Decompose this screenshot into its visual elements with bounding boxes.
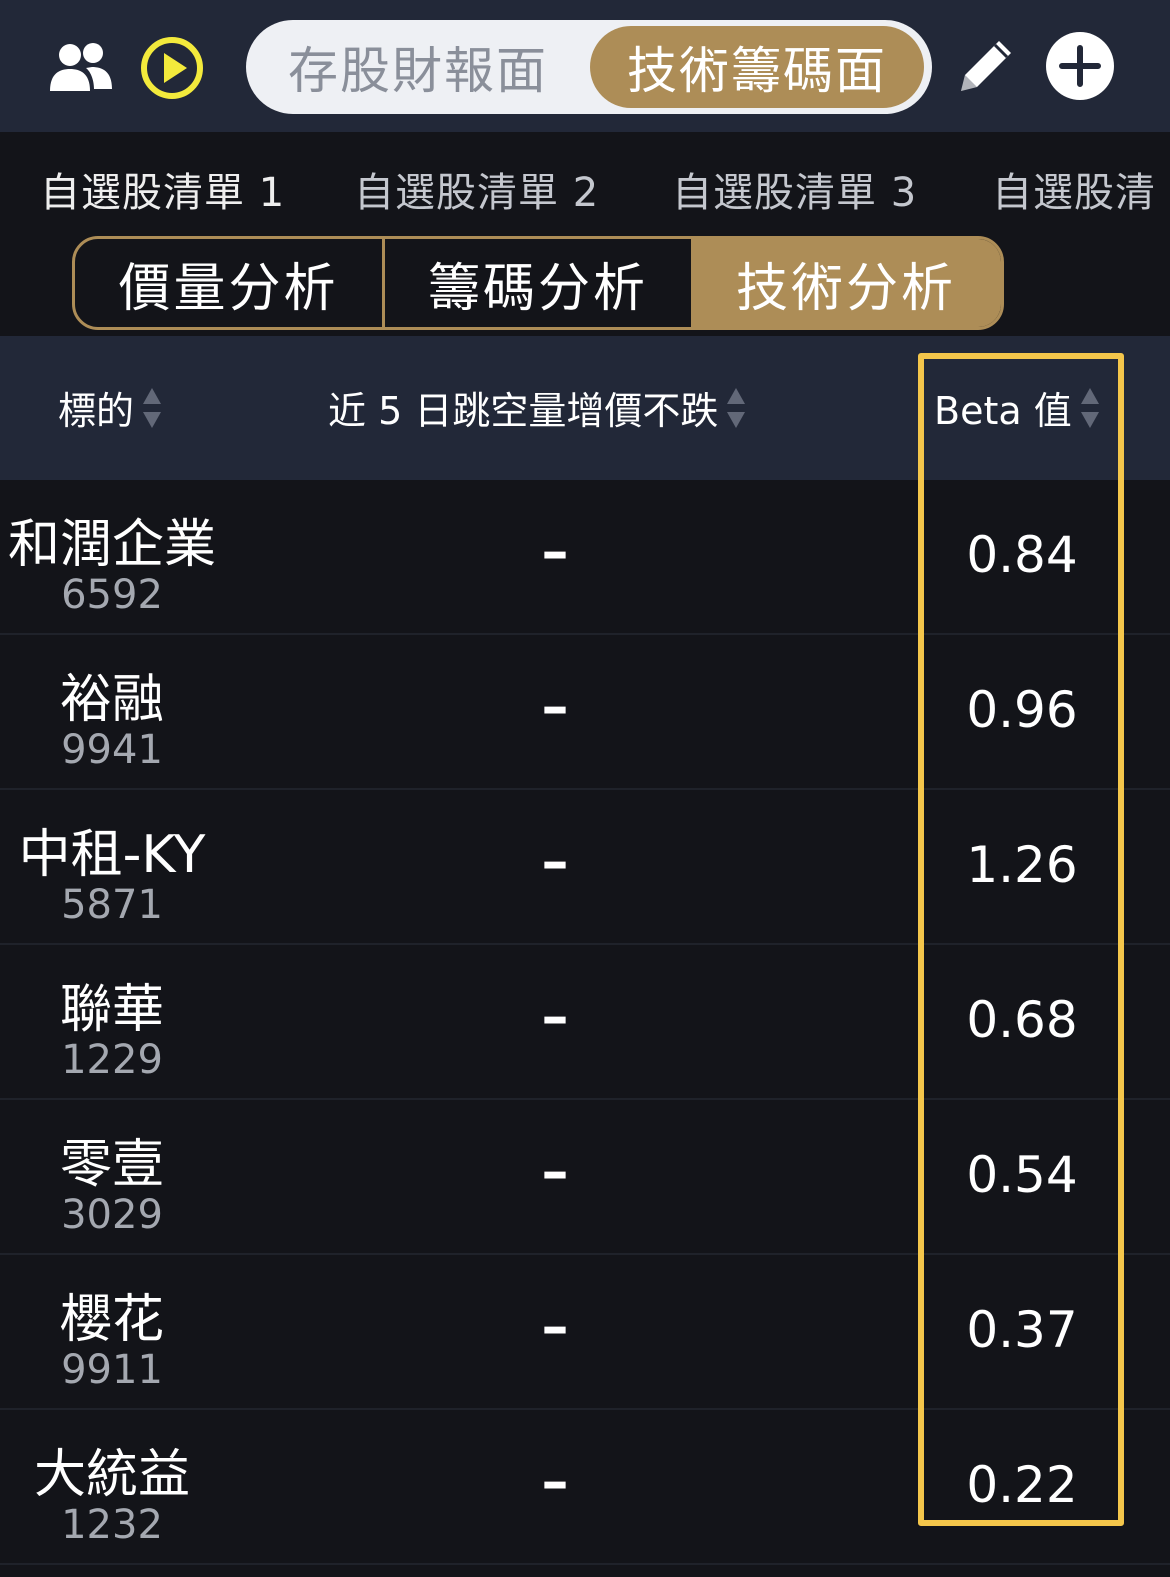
- gap-value: –: [541, 985, 569, 1048]
- stock-name: 櫻花: [59, 1290, 164, 1350]
- gap-value: –: [541, 1450, 569, 1513]
- stock-code: 9941: [61, 727, 163, 773]
- stock-name: 零壹: [59, 1135, 164, 1195]
- tab-watchlist-1[interactable]: 自選股清單 1: [40, 160, 285, 218]
- table-row[interactable]: 聯華 1229 – 0.68: [0, 945, 1170, 1100]
- stock-name: 中租-KY: [18, 825, 206, 885]
- analysis-tabs-area: 價量分析 籌碼分析 技術分析: [0, 236, 1170, 336]
- tab-watchlist-2[interactable]: 自選股清單 2: [354, 160, 599, 218]
- stock-name: 大統益: [33, 1445, 190, 1505]
- sort-icon: [142, 386, 162, 430]
- play-circle-icon[interactable]: [138, 34, 206, 102]
- plus-circle-icon[interactable]: [1044, 30, 1116, 102]
- column-header-label: Beta 值: [934, 389, 1072, 433]
- table-row[interactable]: 大統益 1232 – 0.22: [0, 1410, 1170, 1565]
- column-header-gap[interactable]: 近 5 日跳空量增價不跌: [328, 380, 746, 435]
- table-header: 標的 近 5 日跳空量增價不跌 Beta 值: [0, 336, 1170, 480]
- table-row[interactable]: 和潤企業 6592 – 0.84: [0, 480, 1170, 635]
- table-body: 和潤企業 6592 – 0.84 裕融 9941 – 0.96 中租-KY 58…: [0, 480, 1170, 1565]
- tab-price-volume[interactable]: 價量分析: [75, 239, 385, 327]
- stock-code: 9911: [61, 1347, 163, 1393]
- beta-value: 0.54: [966, 1146, 1078, 1204]
- top-bar: 存股財報面 技術籌碼面: [0, 0, 1170, 132]
- column-header-label: 標的: [58, 389, 135, 433]
- beta-value: 0.96: [966, 681, 1078, 739]
- gap-value: –: [541, 830, 569, 893]
- stock-code: 1229: [61, 1037, 163, 1083]
- segment-fundamentals[interactable]: 存股財報面: [252, 26, 584, 108]
- stock-code: 1232: [61, 1502, 163, 1548]
- table-row[interactable]: 櫻花 9911 – 0.37: [0, 1255, 1170, 1410]
- column-header-label: 近 5 日跳空量增價不跌: [328, 389, 719, 433]
- gap-value: –: [541, 675, 569, 738]
- stock-code: 6592: [61, 572, 163, 618]
- people-icon[interactable]: [46, 36, 116, 100]
- watchlist-tabs: 自選股清單 1 自選股清單 2 自選股清單 3 自選股清: [0, 132, 1170, 236]
- analysis-segmented-control: 價量分析 籌碼分析 技術分析: [72, 236, 1004, 330]
- stock-name: 和潤企業: [7, 515, 216, 575]
- stock-code: 3029: [61, 1192, 163, 1238]
- tab-watchlist-4[interactable]: 自選股清: [992, 160, 1156, 218]
- tab-technical[interactable]: 技術分析: [691, 239, 1001, 327]
- beta-value: 0.37: [966, 1301, 1078, 1359]
- sort-icon: [1080, 386, 1100, 430]
- column-header-beta[interactable]: Beta 值: [934, 380, 1100, 435]
- segment-technical[interactable]: 技術籌碼面: [590, 26, 924, 108]
- view-segmented-control: 存股財報面 技術籌碼面: [246, 20, 932, 114]
- column-header-symbol[interactable]: 標的: [58, 380, 162, 435]
- gap-value: –: [541, 1295, 569, 1358]
- beta-value: 1.26: [966, 836, 1078, 894]
- stock-code: 5871: [61, 882, 163, 928]
- pencil-icon[interactable]: [948, 28, 1024, 104]
- gap-value: –: [541, 1140, 569, 1203]
- sort-icon: [726, 386, 746, 430]
- tab-watchlist-3[interactable]: 自選股清單 3: [672, 160, 917, 218]
- table-row[interactable]: 零壹 3029 – 0.54: [0, 1100, 1170, 1255]
- table-row[interactable]: 裕融 9941 – 0.96: [0, 635, 1170, 790]
- gap-value: –: [541, 520, 569, 583]
- beta-value: 0.22: [966, 1456, 1078, 1514]
- beta-value: 0.68: [966, 991, 1078, 1049]
- stock-name: 聯華: [59, 980, 164, 1040]
- tab-chips[interactable]: 籌碼分析: [385, 239, 691, 327]
- stock-name: 裕融: [59, 670, 164, 730]
- table-row[interactable]: 中租-KY 5871 – 1.26: [0, 790, 1170, 945]
- beta-value: 0.84: [966, 526, 1078, 584]
